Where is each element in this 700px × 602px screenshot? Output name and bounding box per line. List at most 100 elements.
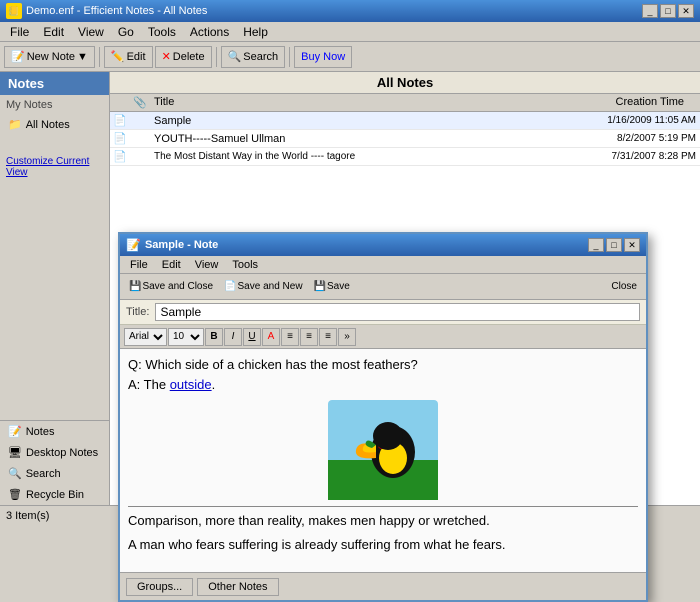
sidebar-item-desktop-notes[interactable]: 🖥 Desktop Notes [0, 442, 109, 463]
save-label: Save [327, 281, 350, 292]
content-divider [128, 506, 638, 507]
save-new-button[interactable]: 📄 Save and New [219, 277, 308, 297]
all-notes-label: All Notes [26, 119, 70, 131]
customize-view-link[interactable]: Customize Current View [0, 154, 109, 180]
note-menu-tools[interactable]: Tools [226, 258, 264, 272]
note-footer: Groups... Other Notes [120, 572, 646, 600]
row-icon: 📄 [110, 112, 130, 129]
search-button[interactable]: 🔍 Search [221, 46, 286, 68]
sidebar-item-recycle-bin[interactable]: 🗑 Recycle Bin [0, 484, 109, 505]
delete-button[interactable]: ✕ Delete [155, 46, 212, 68]
window-controls[interactable]: _ □ ✕ [642, 4, 694, 18]
save-button[interactable]: 💾 Save [309, 277, 355, 297]
row-title: YOUTH-----Samuel Ullman [150, 131, 570, 147]
groups-button[interactable]: Groups... [126, 578, 193, 596]
sidebar-bottom-nav: 📝 Notes 🖥 Desktop Notes 🔍 Search 🗑 Recyc… [0, 420, 109, 505]
table-row[interactable]: 📄 The Most Distant Way in the World ----… [110, 148, 700, 166]
note-close-btn[interactable]: ✕ [624, 238, 640, 252]
save-icon: 💾 [314, 281, 326, 292]
minimize-btn[interactable]: _ [642, 4, 658, 18]
other-notes-button[interactable]: Other Notes [197, 578, 278, 596]
edit-button[interactable]: ✏️ Edit [104, 46, 153, 68]
italic-button[interactable]: I [224, 328, 242, 346]
title-label: Title: [126, 306, 149, 318]
menu-file[interactable]: File [4, 24, 35, 40]
note-maximize-btn[interactable]: □ [606, 238, 622, 252]
delete-icon: ✕ [162, 50, 171, 63]
note-title-row: Title: [120, 300, 646, 325]
notes-nav-label: Notes [26, 426, 55, 438]
menu-actions[interactable]: Actions [184, 24, 235, 40]
toolbar-separator-3 [289, 47, 290, 67]
delete-label: Delete [173, 51, 205, 63]
bold-button[interactable]: B [205, 328, 223, 346]
buy-now-label: Buy Now [301, 51, 345, 63]
search-nav-label: Search [26, 468, 61, 480]
sidebar-item-notes[interactable]: 📝 Notes [0, 421, 109, 442]
note-menu-file[interactable]: File [124, 258, 154, 272]
row-attach [130, 119, 150, 123]
note-window-controls[interactable]: _ □ ✕ [588, 238, 640, 252]
note-image-container [128, 400, 638, 500]
toolbar-separator-1 [99, 47, 100, 67]
note-content-area[interactable]: Q: Which side of a chicken has the most … [120, 349, 646, 572]
note-menu-view[interactable]: View [189, 258, 225, 272]
menu-tools[interactable]: Tools [142, 24, 182, 40]
quote1: Comparison, more than reality, makes men… [128, 511, 638, 531]
recycle-bin-label: Recycle Bin [26, 489, 84, 501]
note-title-input[interactable] [155, 303, 640, 321]
sidebar: Notes My Notes 📁 All Notes Customize Cur… [0, 72, 110, 505]
row-title: Sample [150, 113, 570, 129]
edit-icon: ✏️ [111, 50, 125, 63]
row-attach [130, 137, 150, 141]
menu-bar: File Edit View Go Tools Actions Help [0, 22, 700, 42]
font-family-select[interactable]: Arial [124, 328, 167, 346]
table-row[interactable]: 📄 Sample 1/16/2009 11:05 AM [110, 112, 700, 130]
menu-go[interactable]: Go [112, 24, 140, 40]
col-creation-header: Creation Time [558, 94, 688, 111]
answer-link[interactable]: outside [170, 377, 212, 392]
answer-prefix: A: The [128, 377, 170, 392]
save-close-button[interactable]: 💾 Save and Close [124, 277, 218, 297]
save-close-icon: 💾 [129, 281, 141, 292]
search-nav-icon: 🔍 [8, 467, 22, 480]
search-label: Search [243, 51, 278, 63]
row-icon: 📄 [110, 130, 130, 147]
maximize-btn[interactable]: □ [660, 4, 676, 18]
col-attach-header: 📎 [130, 94, 150, 111]
folder-icon: 📁 [8, 118, 22, 131]
quote2: A man who fears suffering is already suf… [128, 535, 638, 555]
col-title-header[interactable]: Title [150, 94, 558, 111]
sidebar-my-notes: My Notes [0, 95, 109, 115]
format-toolbar: Arial 10 B I U A ≡ ≡ ≡ » [120, 325, 646, 349]
menu-view[interactable]: View [72, 24, 110, 40]
more-format-button[interactable]: » [338, 328, 356, 346]
save-new-label: Save and New [238, 281, 303, 292]
buy-now-button[interactable]: Buy Now [294, 46, 352, 68]
new-note-icon: 📝 [11, 50, 25, 63]
close-label: Close [611, 281, 637, 292]
new-note-button[interactable]: 📝 New Note ▼ [4, 46, 95, 68]
menu-help[interactable]: Help [237, 24, 274, 40]
close-note-button[interactable]: Close [606, 277, 642, 297]
notes-nav-icon: 📝 [8, 425, 22, 438]
row-icon: 📄 [110, 148, 130, 165]
save-new-icon: 📄 [224, 281, 236, 292]
table-header: 📎 Title Creation Time [110, 94, 700, 112]
menu-edit[interactable]: Edit [37, 24, 70, 40]
align-center-button[interactable]: ≡ [300, 328, 318, 346]
font-size-select[interactable]: 10 [168, 328, 204, 346]
desktop-notes-icon: 🖥 [8, 446, 22, 459]
save-close-label: Save and Close [142, 281, 213, 292]
close-btn[interactable]: ✕ [678, 4, 694, 18]
align-right-button[interactable]: ≡ [319, 328, 337, 346]
align-left-button[interactable]: ≡ [281, 328, 299, 346]
sidebar-item-search[interactable]: 🔍 Search [0, 463, 109, 484]
sidebar-item-all-notes[interactable]: 📁 All Notes [0, 115, 109, 134]
underline-button[interactable]: U [243, 328, 261, 346]
table-row[interactable]: 📄 YOUTH-----Samuel Ullman 8/2/2007 5:19 … [110, 130, 700, 148]
font-color-button[interactable]: A [262, 328, 280, 346]
note-minimize-btn[interactable]: _ [588, 238, 604, 252]
note-menu-edit[interactable]: Edit [156, 258, 187, 272]
row-attach [130, 155, 150, 159]
